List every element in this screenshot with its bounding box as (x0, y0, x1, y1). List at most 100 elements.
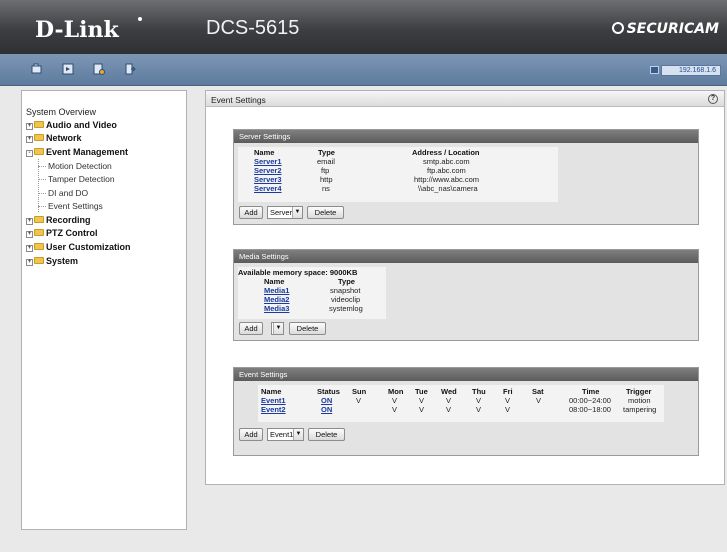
table-cell: V (356, 396, 362, 405)
column-header: Thu (472, 387, 486, 396)
column-header: Wed (441, 387, 457, 396)
tree-label: User Customization (46, 242, 131, 252)
column-header: Address / Location (412, 148, 480, 157)
expand-icon[interactable]: + (26, 218, 33, 225)
table-cell: motion (628, 396, 651, 405)
network-icon (650, 66, 659, 74)
event-table: Name Status Sun Mon Tue Wed Thu Fri Sat … (258, 385, 664, 422)
table-cell: ftp.abc.com (427, 166, 466, 175)
tree-folder-system[interactable]: + System (26, 256, 78, 266)
table-cell: V (476, 405, 482, 414)
delete-media-button[interactable]: Delete (289, 322, 326, 335)
tree-root-system-overview[interactable]: System Overview (26, 107, 96, 117)
settings-icon[interactable] (93, 63, 105, 75)
collapse-icon[interactable]: - (26, 150, 33, 157)
column-header: Type (318, 148, 335, 157)
tree-label: PTZ Control (46, 228, 98, 238)
server-link[interactable]: Server2 (254, 166, 282, 175)
help-icon[interactable]: ? (708, 94, 718, 104)
event-status-link[interactable]: ON (321, 405, 332, 414)
table-cell: V (505, 405, 511, 414)
table-cell: 08:00~18:00 (569, 405, 611, 414)
sidebar-tree: System Overview + Audio and Video + Networ… (21, 90, 187, 530)
tree-folder-network[interactable]: + Network (26, 133, 82, 143)
table-cell: ns (322, 184, 330, 193)
expand-icon[interactable]: + (26, 245, 33, 252)
event-status-link[interactable]: ON (321, 396, 332, 405)
tree-folder-audio-video[interactable]: + Audio and Video (26, 120, 117, 130)
server-table: Name Type Address / Location Server1 ema… (238, 147, 558, 202)
table-cell: 00:00~24:00 (569, 396, 611, 405)
tree-label: Audio and Video (46, 120, 117, 130)
logo-dot (138, 17, 142, 21)
table-cell: V (536, 396, 542, 405)
server-link[interactable]: Server1 (254, 157, 282, 166)
table-cell: http://www.abc.com (414, 175, 480, 184)
add-media-button[interactable]: Add (239, 322, 263, 335)
media-link[interactable]: Media1 (264, 286, 289, 295)
tree-label: Recording (46, 215, 91, 225)
tree-folder-ptz-control[interactable]: + PTZ Control (26, 228, 98, 238)
tree-item-di-and-do[interactable]: DI and DO (48, 188, 88, 198)
expand-icon[interactable]: + (26, 123, 33, 130)
media-settings-section: Media Settings Available memory space: 9… (233, 249, 699, 341)
main-title-bar: Event Settings ? (206, 91, 724, 107)
table-cell: V (392, 396, 398, 405)
media-link[interactable]: Media3 (264, 304, 289, 313)
event-select[interactable]: Event1 ▼ (267, 428, 304, 441)
tree-connector (38, 206, 46, 207)
logout-icon[interactable] (124, 63, 136, 75)
camera-icon[interactable] (31, 63, 43, 75)
delete-event-button[interactable]: Delete (308, 428, 345, 441)
playback-icon[interactable] (62, 63, 74, 75)
folder-icon (34, 257, 44, 264)
tree-item-event-settings[interactable]: Event Settings (48, 201, 103, 211)
chevron-down-icon: ▼ (292, 207, 302, 218)
table-cell: email (317, 157, 335, 166)
table-cell: smtp.abc.com (423, 157, 470, 166)
folder-icon (34, 121, 44, 128)
tree-item-motion-detection[interactable]: Motion Detection (48, 161, 112, 171)
server-select[interactable]: Server2 ▼ (267, 206, 303, 219)
table-cell: V (476, 396, 482, 405)
table-cell: videoclip (331, 295, 361, 304)
server-link[interactable]: Server3 (254, 175, 282, 184)
column-header: Fri (503, 387, 513, 396)
expand-icon[interactable]: + (26, 136, 33, 143)
chevron-down-icon: ▼ (293, 429, 303, 440)
tree-folder-recording[interactable]: + Recording (26, 215, 91, 225)
header-bar: D-Link DCS-5615 SECURICAM (0, 0, 727, 54)
folder-icon (34, 216, 44, 223)
media-link[interactable]: Media2 (264, 295, 289, 304)
event-link[interactable]: Event1 (261, 396, 286, 405)
column-header: Name (254, 148, 275, 157)
add-event-button[interactable]: Add (239, 428, 263, 441)
table-cell: V (392, 405, 398, 414)
column-header: Name (261, 387, 282, 396)
table-cell: V (505, 396, 511, 405)
server-settings-section: Server Settings Name Type Address / Loca… (233, 129, 699, 225)
tree-connector (38, 193, 46, 194)
tree-folder-event-management[interactable]: - Event Management (26, 147, 128, 157)
securicam-logo: SECURICAM (611, 21, 719, 37)
column-header: Tue (415, 387, 428, 396)
expand-icon[interactable]: + (26, 231, 33, 238)
expand-icon[interactable]: + (26, 259, 33, 266)
table-cell: V (446, 405, 452, 414)
server-link[interactable]: Server4 (254, 184, 282, 193)
folder-icon (34, 134, 44, 141)
table-cell: V (446, 396, 452, 405)
section-title: Server Settings (234, 130, 698, 143)
event-link[interactable]: Event2 (261, 405, 286, 414)
tree-label: System (46, 256, 79, 266)
tree-folder-user-customization[interactable]: + User Customization (26, 242, 131, 252)
tree-connector (38, 179, 46, 180)
media-table: Available memory space: 9000KB Name Type… (238, 267, 386, 319)
table-cell: ftp (321, 166, 330, 175)
camera-model-title: DCS-5615 (206, 17, 300, 39)
media-select[interactable]: ▼ (271, 322, 284, 335)
page-title: Event Settings (211, 95, 266, 105)
delete-server-button[interactable]: Delete (307, 206, 344, 219)
tree-item-tamper-detection[interactable]: Tamper Detection (48, 174, 115, 184)
add-server-button[interactable]: Add (239, 206, 263, 219)
